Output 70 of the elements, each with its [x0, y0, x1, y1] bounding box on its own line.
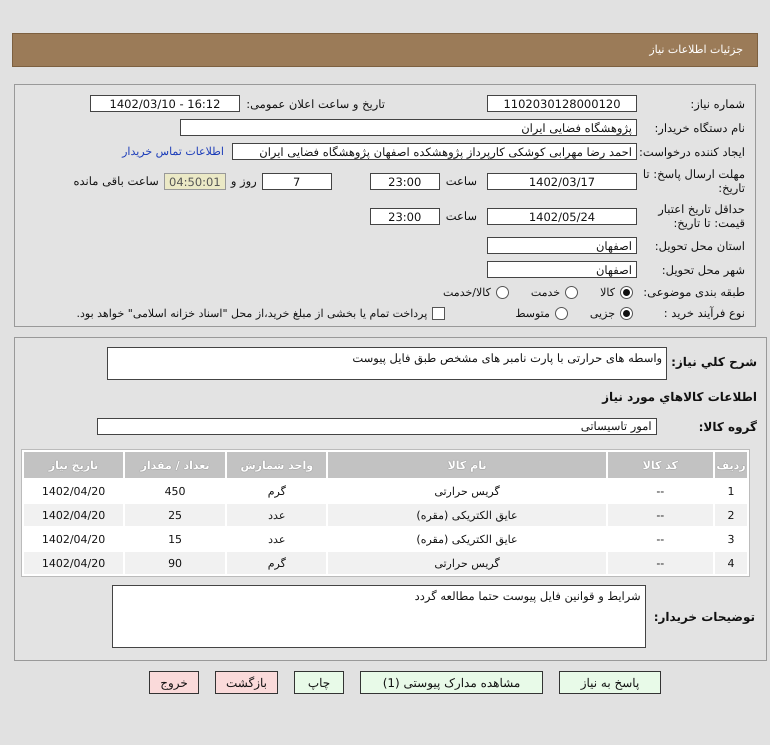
time-field: 23:00: [370, 172, 440, 190]
table-cell: --: [608, 552, 714, 574]
option-label: خدمت: [530, 286, 560, 298]
days-label: روز و: [230, 174, 257, 188]
action-button[interactable]: مشاهده مدارک پیوستی (1): [360, 671, 543, 694]
action-button[interactable]: چاپ: [294, 671, 344, 694]
table-cell: گریس حرارتی: [328, 552, 606, 574]
date-field: 1402/05/24: [487, 208, 637, 224]
radio-button[interactable]: [496, 286, 509, 298]
option-label: جزیی: [590, 306, 615, 320]
option-label: کالا/خدمت: [443, 286, 491, 298]
table-cell: 1402/04/20: [24, 504, 124, 526]
requester-field: احمد رضا مهرابی کوشکی کارپرداز پژوهشکده اصفهان پژوهشگاه فضایی ایران: [232, 143, 637, 160]
field-label: استان محل تحویل:: [654, 238, 745, 252]
column-header: نام کالا: [328, 452, 606, 478]
action-button[interactable]: پاسخ به نیاز: [559, 671, 661, 694]
table-cell: عدد: [227, 504, 326, 526]
column-header: واحد شمارش: [227, 452, 326, 478]
table-cell: 90: [125, 552, 226, 574]
date-field: 1402/03/10 - 16:12: [90, 95, 240, 112]
exit-button[interactable]: بازگشت: [215, 671, 278, 694]
radio-button[interactable]: [620, 286, 633, 298]
city-field: اصفهان: [487, 237, 637, 254]
table-cell: 4: [715, 552, 747, 574]
field-label: نوع فرآیند خرید :: [662, 306, 745, 320]
radio-button[interactable]: [554, 306, 568, 320]
remaining-label: ساعت باقی مانده: [74, 174, 159, 188]
date-field: 1402/03/17: [487, 172, 637, 190]
goods-group-field: امور تاسیساتی: [96, 418, 657, 435]
option-label: کالا: [600, 286, 615, 298]
field-label: شهر محل تحویل:: [660, 262, 745, 276]
time-field: 23:00: [370, 208, 440, 224]
section-title: اطلاعات کالاهاي مورد نياز: [600, 390, 757, 404]
field-label: نام دستگاه خریدار:: [653, 120, 745, 134]
field-label: ایجاد کننده درخواست:: [638, 144, 745, 158]
remaining-time-field: 04:50:01: [164, 172, 226, 190]
table-cell: گرم: [227, 552, 326, 574]
column-header: کد کالا: [608, 452, 714, 478]
days-field: 7: [262, 172, 332, 190]
need-number-field: 1102030128000120: [487, 95, 637, 112]
table-cell: --: [608, 504, 714, 526]
time-label: ساعت: [446, 174, 477, 188]
table-cell: 1402/04/20: [24, 552, 124, 574]
column-header: تاریخ نیاز: [24, 452, 124, 478]
radio-button[interactable]: [620, 306, 633, 320]
field-label: توضیحات خریدار:: [654, 610, 755, 624]
option-label: متوسط: [515, 306, 550, 320]
city-field: اصفهان: [487, 261, 637, 278]
radio-button[interactable]: [565, 286, 578, 298]
field-label: تاریخ و ساعت اعلان عمومی:: [245, 96, 385, 110]
description-field: واسطه های حرارتی با پارت نامبر های مشخص طبق فایل پیوست: [107, 347, 668, 380]
time-label: ساعت: [446, 209, 477, 223]
exit-button[interactable]: خروج: [149, 671, 199, 694]
field-label: گروه کالا:: [698, 420, 757, 434]
notes-field: شرایط و قوانین فایل پیوست حتما مطالعه گردد: [112, 585, 646, 648]
column-header: ردیف: [715, 452, 747, 478]
field-label: مهلت ارسال پاسخ: تا تاریخ:: [642, 167, 745, 195]
field-label: شماره نیاز:: [689, 96, 745, 110]
field-label: طبقه بندی موضوعی:: [642, 285, 745, 299]
field-label: شرح کلي نياز:: [671, 355, 757, 369]
table-cell: عایق الکتریکی (مقره): [328, 504, 606, 526]
contact-link[interactable]: اطلاعات تماس خریدار: [122, 145, 224, 158]
column-header: تعداد / مقدار: [125, 452, 226, 478]
page-title: جزئیات اطلاعات نیاز: [12, 33, 758, 67]
checkbox[interactable]: [432, 306, 446, 320]
checkbox-label: پرداخت تمام یا بخشی از مبلغ خرید،از محل "اسناد خزانه اسلامی" خواهد بود.: [76, 306, 428, 320]
table-cell: 25: [125, 504, 226, 526]
table-cell: 2: [715, 504, 747, 526]
field-label: حداقل تاریخ اعتبار قیمت: تا تاریخ:: [656, 202, 745, 230]
buyer-field: پژوهشگاه فضایی ایران: [180, 119, 637, 136]
